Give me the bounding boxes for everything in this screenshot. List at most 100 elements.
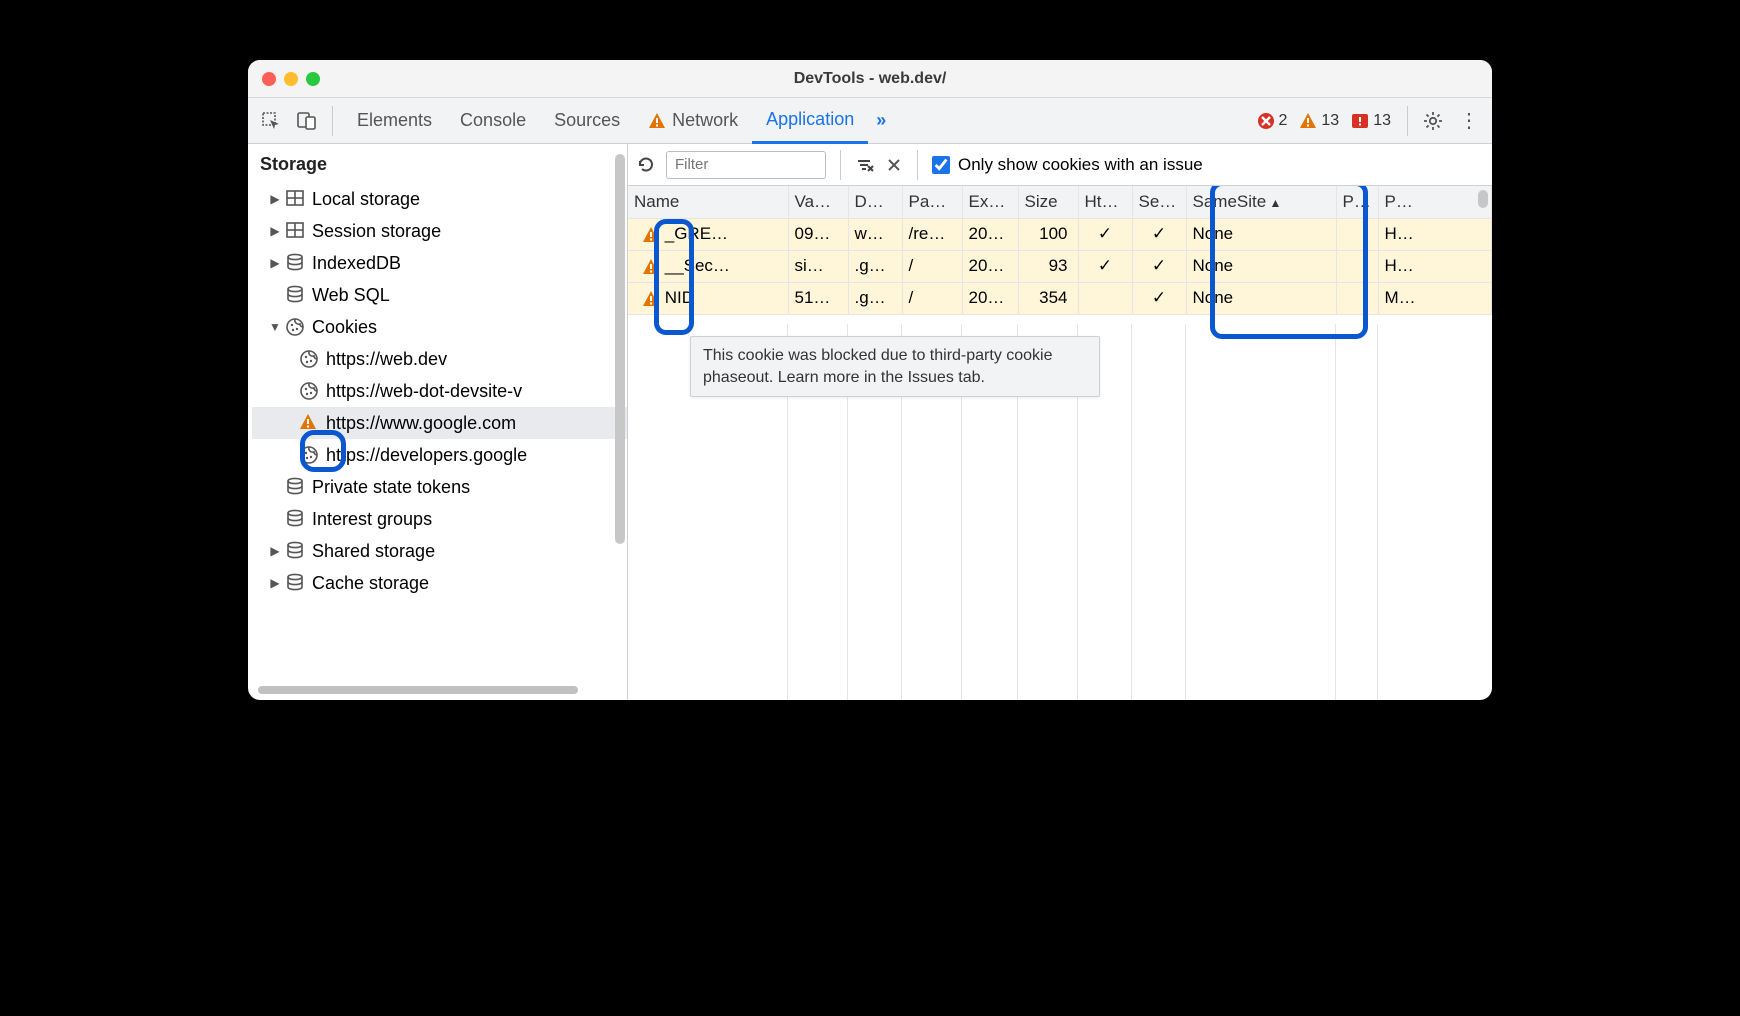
cell: __Sec… xyxy=(628,250,788,282)
sidebar-item[interactable]: ▶ Session storage xyxy=(252,215,627,247)
sidebar-h-scrollbar-thumb[interactable] xyxy=(258,686,578,694)
cell-text: NID xyxy=(665,288,694,307)
sort-indicator-icon: ▲ xyxy=(1266,196,1281,210)
cell xyxy=(1336,282,1378,314)
issues-icon xyxy=(1351,112,1369,130)
db-grid-icon xyxy=(284,221,306,241)
tab-application[interactable]: Application xyxy=(752,98,868,144)
cell: 09… xyxy=(788,218,848,250)
sidebar-item[interactable]: Web SQL xyxy=(252,279,627,311)
column-header[interactable]: P… xyxy=(1336,186,1378,218)
table-row[interactable]: __Sec…si….g…/20…93✓✓NoneH… xyxy=(628,250,1492,282)
cookie-blocked-tooltip: This cookie was blocked due to third-par… xyxy=(690,336,1100,397)
filter-input[interactable] xyxy=(666,151,826,179)
issues-count[interactable]: 13 xyxy=(1351,112,1391,130)
cell: ✓ xyxy=(1078,250,1132,282)
tab-label: Sources xyxy=(554,110,620,131)
cell: ✓ xyxy=(1078,218,1132,250)
column-header[interactable]: Pa… xyxy=(902,186,962,218)
main-tabbar: Elements Console Sources Network Applica… xyxy=(248,98,1492,144)
column-header[interactable]: Va… xyxy=(788,186,848,218)
expand-chevron-icon[interactable]: ▶ xyxy=(266,576,284,590)
delete-selected-icon[interactable] xyxy=(885,156,903,174)
cell: / xyxy=(902,282,962,314)
only-issues-toggle[interactable]: Only show cookies with an issue xyxy=(932,155,1203,175)
cell: 93 xyxy=(1018,250,1078,282)
error-count[interactable]: 2 xyxy=(1257,112,1288,130)
expand-chevron-icon[interactable]: ▶ xyxy=(266,224,284,238)
settings-icon[interactable] xyxy=(1418,106,1448,136)
panel-tabs: Elements Console Sources Network Applica… xyxy=(343,98,894,144)
tab-label: Application xyxy=(766,109,854,130)
cell: .g… xyxy=(848,282,902,314)
cell: si… xyxy=(788,250,848,282)
column-header[interactable]: Ht… xyxy=(1078,186,1132,218)
expand-chevron-icon[interactable]: ▶ xyxy=(266,544,284,558)
tooltip-text: This cookie was blocked due to third-par… xyxy=(703,347,1053,386)
expand-chevron-icon[interactable]: ▼ xyxy=(266,320,284,334)
cell xyxy=(1336,218,1378,250)
expand-chevron-icon[interactable]: ▶ xyxy=(266,256,284,270)
sidebar-item-label: Cache storage xyxy=(312,573,429,594)
cell: 354 xyxy=(1018,282,1078,314)
cookie-icon xyxy=(284,317,306,337)
count-label: 13 xyxy=(1373,112,1391,130)
sidebar-scrollbar-thumb[interactable] xyxy=(615,154,625,544)
column-header[interactable]: Name xyxy=(628,186,788,218)
column-header[interactable]: D… xyxy=(848,186,902,218)
column-header[interactable]: SameSite ▲ xyxy=(1186,186,1336,218)
cell: .g… xyxy=(848,250,902,282)
column-header[interactable]: Size xyxy=(1018,186,1078,218)
sidebar-item-label: Cookies xyxy=(312,317,377,338)
table-row[interactable]: NID51….g…/20…354✓NoneM… xyxy=(628,282,1492,314)
kebab-menu-icon[interactable]: ⋮ xyxy=(1454,106,1484,136)
db-cyl-icon xyxy=(284,541,306,561)
more-tabs-button[interactable]: » xyxy=(868,110,894,131)
tab-elements[interactable]: Elements xyxy=(343,98,446,144)
db-grid-icon xyxy=(284,189,306,209)
table-row[interactable]: _GRE…09…w…/re…20…100✓✓NoneH… xyxy=(628,218,1492,250)
clear-all-icon[interactable] xyxy=(855,156,875,174)
sidebar-item-label: https://web-dot-devsite-v xyxy=(326,381,522,402)
db-cyl-icon xyxy=(284,509,306,529)
cell: 20… xyxy=(962,218,1018,250)
cookie-icon xyxy=(298,349,320,369)
device-toolbar-icon[interactable] xyxy=(292,106,322,136)
warning-icon xyxy=(642,226,660,244)
sidebar-item[interactable]: Interest groups xyxy=(252,503,627,535)
sidebar-item[interactable]: ▶IndexedDB xyxy=(252,247,627,279)
warning-count[interactable]: 13 xyxy=(1299,112,1339,130)
devtools-window: DevTools - web.dev/ Elements Console Sou… xyxy=(248,60,1492,700)
sidebar-item-label: Session storage xyxy=(312,221,441,242)
tab-network[interactable]: Network xyxy=(634,98,752,144)
cell: 100 xyxy=(1018,218,1078,250)
tab-console[interactable]: Console xyxy=(446,98,540,144)
tab-sources[interactable]: Sources xyxy=(540,98,634,144)
column-header[interactable]: Se… xyxy=(1132,186,1186,218)
sidebar-item[interactable]: ▶Local storage xyxy=(252,183,627,215)
sidebar-item[interactable]: https://web-dot-devsite-v xyxy=(252,375,627,407)
warning-icon xyxy=(1299,112,1317,130)
cell: H… xyxy=(1378,218,1492,250)
expand-chevron-icon[interactable]: ▶ xyxy=(266,192,284,206)
cell xyxy=(1336,250,1378,282)
sidebar-item[interactable]: Private state tokens xyxy=(252,471,627,503)
cell: 20… xyxy=(962,282,1018,314)
sidebar-item[interactable]: ▶ Cache storage xyxy=(252,567,627,599)
sidebar-item[interactable]: ▼ Cookies xyxy=(252,311,627,343)
sidebar-item[interactable]: ▶Shared storage xyxy=(252,535,627,567)
sidebar-item[interactable]: https://web.dev xyxy=(252,343,627,375)
refresh-icon[interactable] xyxy=(636,155,656,175)
sidebar-item[interactable]: https://www.google.com xyxy=(252,407,627,439)
inspect-element-icon[interactable] xyxy=(256,106,286,136)
cookie-icon xyxy=(298,445,320,465)
warn-icon xyxy=(298,413,320,433)
table-scrollbar-thumb[interactable] xyxy=(1478,190,1488,208)
column-header[interactable]: Ex… xyxy=(962,186,1018,218)
cell: ✓ xyxy=(1132,282,1186,314)
sidebar-item-label: Web SQL xyxy=(312,285,390,306)
db-cyl-icon xyxy=(284,253,306,273)
column-header[interactable]: P… xyxy=(1378,186,1492,218)
only-issues-checkbox[interactable] xyxy=(932,156,950,174)
sidebar-item[interactable]: https://developers.google xyxy=(252,439,627,471)
